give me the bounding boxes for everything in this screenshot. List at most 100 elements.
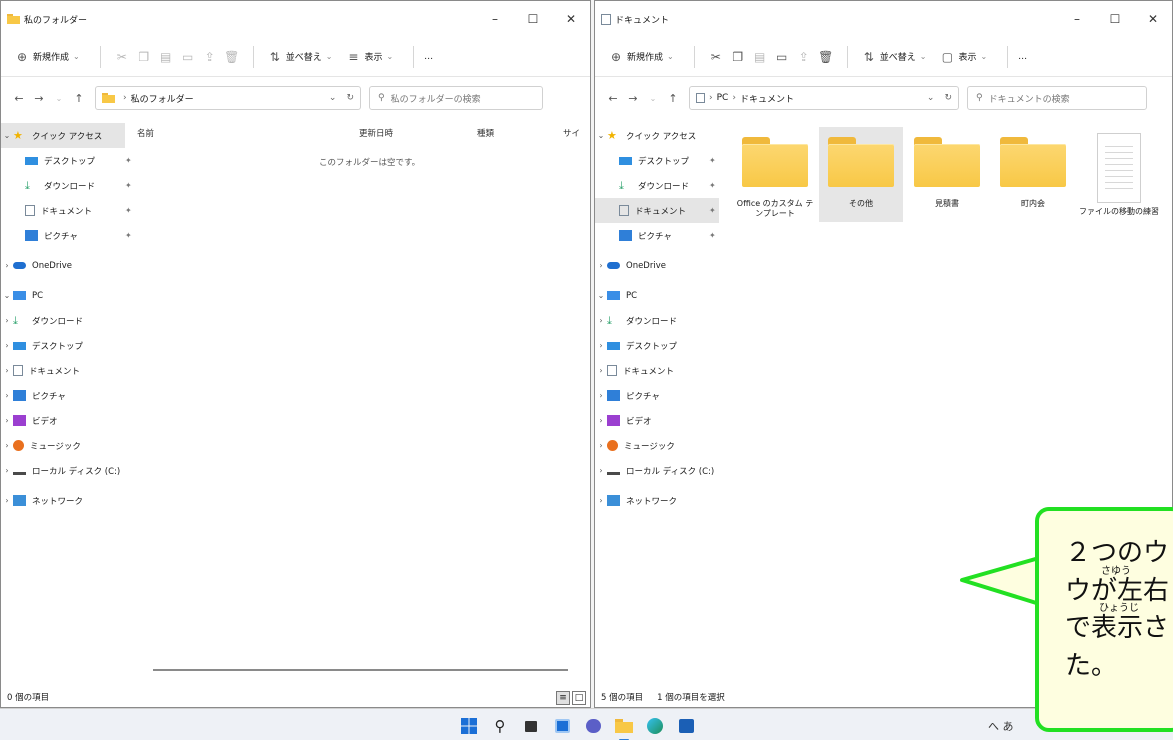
paste-icon[interactable]: ▤ xyxy=(155,50,177,64)
rename-icon[interactable]: ▭ xyxy=(771,50,793,64)
nav-onedrive[interactable]: › OneDrive xyxy=(1,253,125,278)
close-button[interactable]: ✕ xyxy=(1134,1,1172,37)
view-button[interactable]: ▢ 表示 ⌄ xyxy=(936,50,987,64)
minimize-button[interactable]: – xyxy=(1058,1,1096,37)
forward-arrow-icon[interactable]: → xyxy=(29,92,49,105)
delete-icon[interactable]: 🗑 xyxy=(815,50,837,64)
chevron-down-icon[interactable]: ⌄ xyxy=(1,131,13,140)
sort-button[interactable]: ⇅ 並べ替え ⌄ xyxy=(858,50,927,64)
chevron-right-icon[interactable]: › xyxy=(595,416,607,425)
tiles-view-icon[interactable]: □ xyxy=(572,691,586,705)
nav-quick-access[interactable]: ⌄ ★ クイック アクセス xyxy=(1,123,125,148)
column-name[interactable]: 名前 xyxy=(137,127,359,139)
start-button[interactable] xyxy=(458,715,480,737)
chevron-right-icon[interactable]: › xyxy=(1,466,13,475)
recent-chevron-icon[interactable]: ⌄ xyxy=(643,94,663,103)
chat-button[interactable] xyxy=(582,715,604,737)
folder-item[interactable]: Office のカスタム テンプレート xyxy=(733,127,817,222)
cut-icon[interactable]: ✂ xyxy=(111,50,133,64)
folder-item[interactable]: 町内会 xyxy=(991,127,1075,222)
nav-pc-downloads[interactable]: › ⤓ ダウンロード xyxy=(595,308,719,333)
chevron-right-icon[interactable]: › xyxy=(1,416,13,425)
nav-pc-desktop[interactable]: › デスクトップ xyxy=(1,333,125,358)
horizontal-scrollbar[interactable] xyxy=(153,669,568,671)
nav-item-desktop[interactable]: デスクトップ ✦ xyxy=(595,148,719,173)
chevron-right-icon[interactable]: › xyxy=(1,441,13,450)
chevron-right-icon[interactable]: › xyxy=(595,316,607,325)
chevron-right-icon[interactable]: › xyxy=(1,391,13,400)
paste-icon[interactable]: ▤ xyxy=(749,50,771,64)
folder-item-selected[interactable]: その他 xyxy=(819,127,903,222)
view-button[interactable]: ≡ 表示 ⌄ xyxy=(342,50,393,64)
chevron-right-icon[interactable]: › xyxy=(595,261,607,270)
breadcrumb-item[interactable]: 私のフォルダー xyxy=(131,92,194,105)
edge-button[interactable] xyxy=(644,715,666,737)
document-item[interactable]: ファイルの移動の練習 xyxy=(1077,127,1161,222)
chevron-right-icon[interactable]: › xyxy=(595,441,607,450)
close-button[interactable]: ✕ xyxy=(552,1,590,37)
folder-item[interactable]: 見積書 xyxy=(905,127,989,222)
recent-chevron-icon[interactable]: ⌄ xyxy=(49,94,69,103)
nav-pc-music[interactable]: › ミュージック xyxy=(1,433,125,458)
sort-button[interactable]: ⇅ 並べ替え ⌄ xyxy=(264,50,333,64)
nav-item-documents[interactable]: ドキュメント ✦ xyxy=(595,198,719,223)
chevron-right-icon[interactable]: › xyxy=(595,341,607,350)
system-tray[interactable]: へ あ xyxy=(988,718,1014,734)
widgets-button[interactable] xyxy=(551,715,573,737)
nav-item-pictures[interactable]: ピクチャ ✦ xyxy=(1,223,132,248)
forward-arrow-icon[interactable]: → xyxy=(623,92,643,105)
back-arrow-icon[interactable]: ← xyxy=(603,92,623,105)
share-icon[interactable]: ⇪ xyxy=(199,50,221,64)
breadcrumb-item[interactable]: ドキュメント xyxy=(740,92,794,105)
column-modified[interactable]: 更新日時 xyxy=(359,127,477,139)
nav-pc-music[interactable]: › ミュージック xyxy=(595,433,719,458)
nav-item-documents[interactable]: ドキュメント ✦ xyxy=(1,198,132,223)
column-size[interactable]: サイ xyxy=(563,127,580,139)
rename-icon[interactable]: ▭ xyxy=(177,50,199,64)
chevron-down-icon[interactable]: ⌄ xyxy=(1,291,13,300)
address-bar[interactable]: › 私のフォルダー ⌄ ↻ xyxy=(95,86,361,110)
nav-pc-videos[interactable]: › ビデオ xyxy=(1,408,125,433)
left-titlebar[interactable]: 私のフォルダー – ☐ ✕ xyxy=(1,1,590,37)
chevron-down-icon[interactable]: ⌄ xyxy=(329,93,337,103)
up-arrow-icon[interactable]: ↑ xyxy=(69,92,89,105)
refresh-icon[interactable]: ↻ xyxy=(346,93,354,103)
more-button[interactable]: … xyxy=(424,52,433,62)
chevron-right-icon[interactable]: › xyxy=(1,341,13,350)
copy-icon[interactable]: ❐ xyxy=(727,50,749,64)
nav-pc-local-disk[interactable]: › ローカル ディスク (C:) xyxy=(595,458,719,483)
nav-pc-documents[interactable]: › ドキュメント xyxy=(595,358,719,383)
column-type[interactable]: 種類 xyxy=(477,127,563,139)
task-view-button[interactable] xyxy=(520,715,542,737)
breadcrumb-item[interactable]: PC xyxy=(717,93,729,103)
copy-icon[interactable]: ❐ xyxy=(133,50,155,64)
minimize-button[interactable]: – xyxy=(476,1,514,37)
chevron-down-icon[interactable]: ⌄ xyxy=(595,131,607,140)
more-button[interactable]: … xyxy=(1018,52,1027,62)
share-icon[interactable]: ⇪ xyxy=(793,50,815,64)
nav-pc-desktop[interactable]: › デスクトップ xyxy=(595,333,719,358)
back-arrow-icon[interactable]: ← xyxy=(9,92,29,105)
store-button[interactable] xyxy=(675,715,697,737)
details-view-icon[interactable]: ≡ xyxy=(556,691,570,705)
nav-pc-local-disk[interactable]: › ローカル ディスク (C:) xyxy=(1,458,125,483)
chevron-right-icon[interactable]: › xyxy=(595,366,607,375)
nav-pc-pictures[interactable]: › ピクチャ xyxy=(595,383,719,408)
nav-item-downloads[interactable]: ⤓ ダウンロード ✦ xyxy=(595,173,719,198)
maximize-button[interactable]: ☐ xyxy=(514,1,552,37)
nav-network[interactable]: › ネットワーク xyxy=(595,488,719,513)
nav-item-downloads[interactable]: ⤓ ダウンロード ✦ xyxy=(1,173,132,198)
refresh-icon[interactable]: ↻ xyxy=(944,93,952,103)
maximize-button[interactable]: ☐ xyxy=(1096,1,1134,37)
search-input[interactable]: ⚲ ドキュメントの検索 xyxy=(967,86,1147,110)
nav-network[interactable]: › ネットワーク xyxy=(1,488,125,513)
nav-pc-pictures[interactable]: › ピクチャ xyxy=(1,383,125,408)
chevron-down-icon[interactable]: ⌄ xyxy=(927,93,935,103)
delete-icon[interactable]: 🗑 xyxy=(221,50,243,64)
cut-icon[interactable]: ✂ xyxy=(705,50,727,64)
address-bar[interactable]: › PC › ドキュメント ⌄ ↻ xyxy=(689,86,959,110)
nav-onedrive[interactable]: › OneDrive xyxy=(595,253,719,278)
right-titlebar[interactable]: ドキュメント – ☐ ✕ xyxy=(595,1,1172,37)
nav-pc-downloads[interactable]: › ⤓ ダウンロード xyxy=(1,308,125,333)
nav-quick-access[interactable]: ⌄ ★ クイック アクセス xyxy=(595,123,719,148)
